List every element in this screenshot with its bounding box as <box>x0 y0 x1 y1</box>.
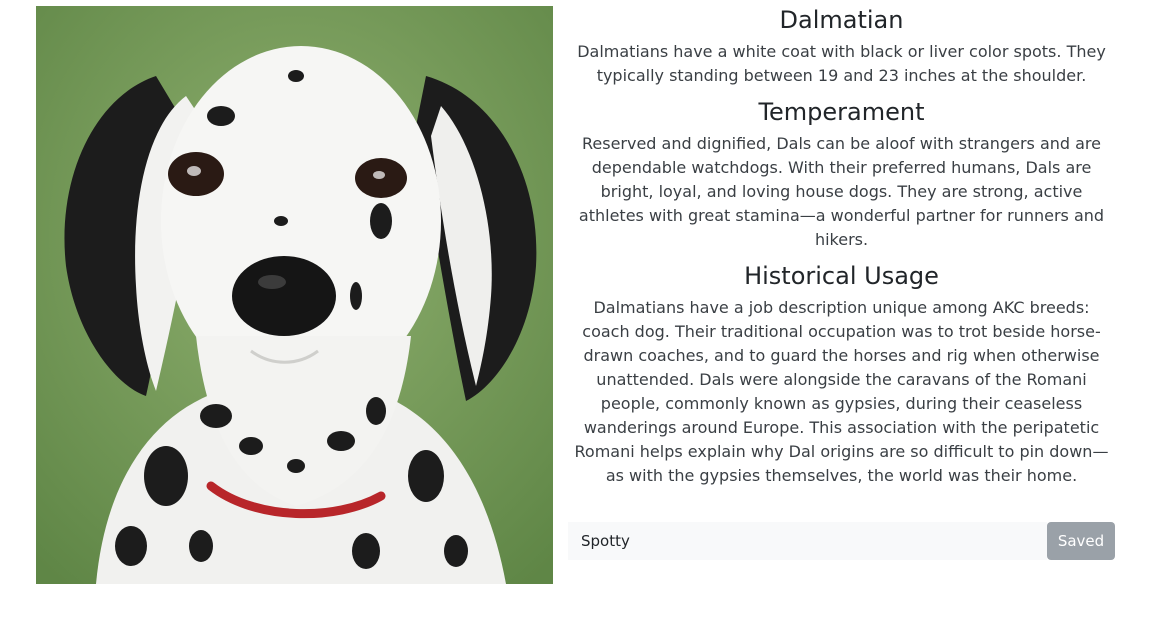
history-heading: Historical Usage <box>744 262 939 290</box>
temperament-heading: Temperament <box>758 98 925 126</box>
breed-info-panel: Dalmatian Dalmatians have a white coat w… <box>568 6 1115 498</box>
breed-title: Dalmatian <box>779 6 904 34</box>
dog-name-input[interactable] <box>568 522 1047 560</box>
name-form: Saved <box>568 522 1115 560</box>
saved-button[interactable]: Saved <box>1047 522 1115 560</box>
dalmatian-image <box>36 6 553 584</box>
temperament-text: Reserved and dignified, Dals can be aloo… <box>578 134 1105 249</box>
dog-photo <box>36 6 553 584</box>
history-text: Dalmatians have a job description unique… <box>574 298 1109 485</box>
breed-description: Dalmatians have a white coat with black … <box>577 42 1106 85</box>
